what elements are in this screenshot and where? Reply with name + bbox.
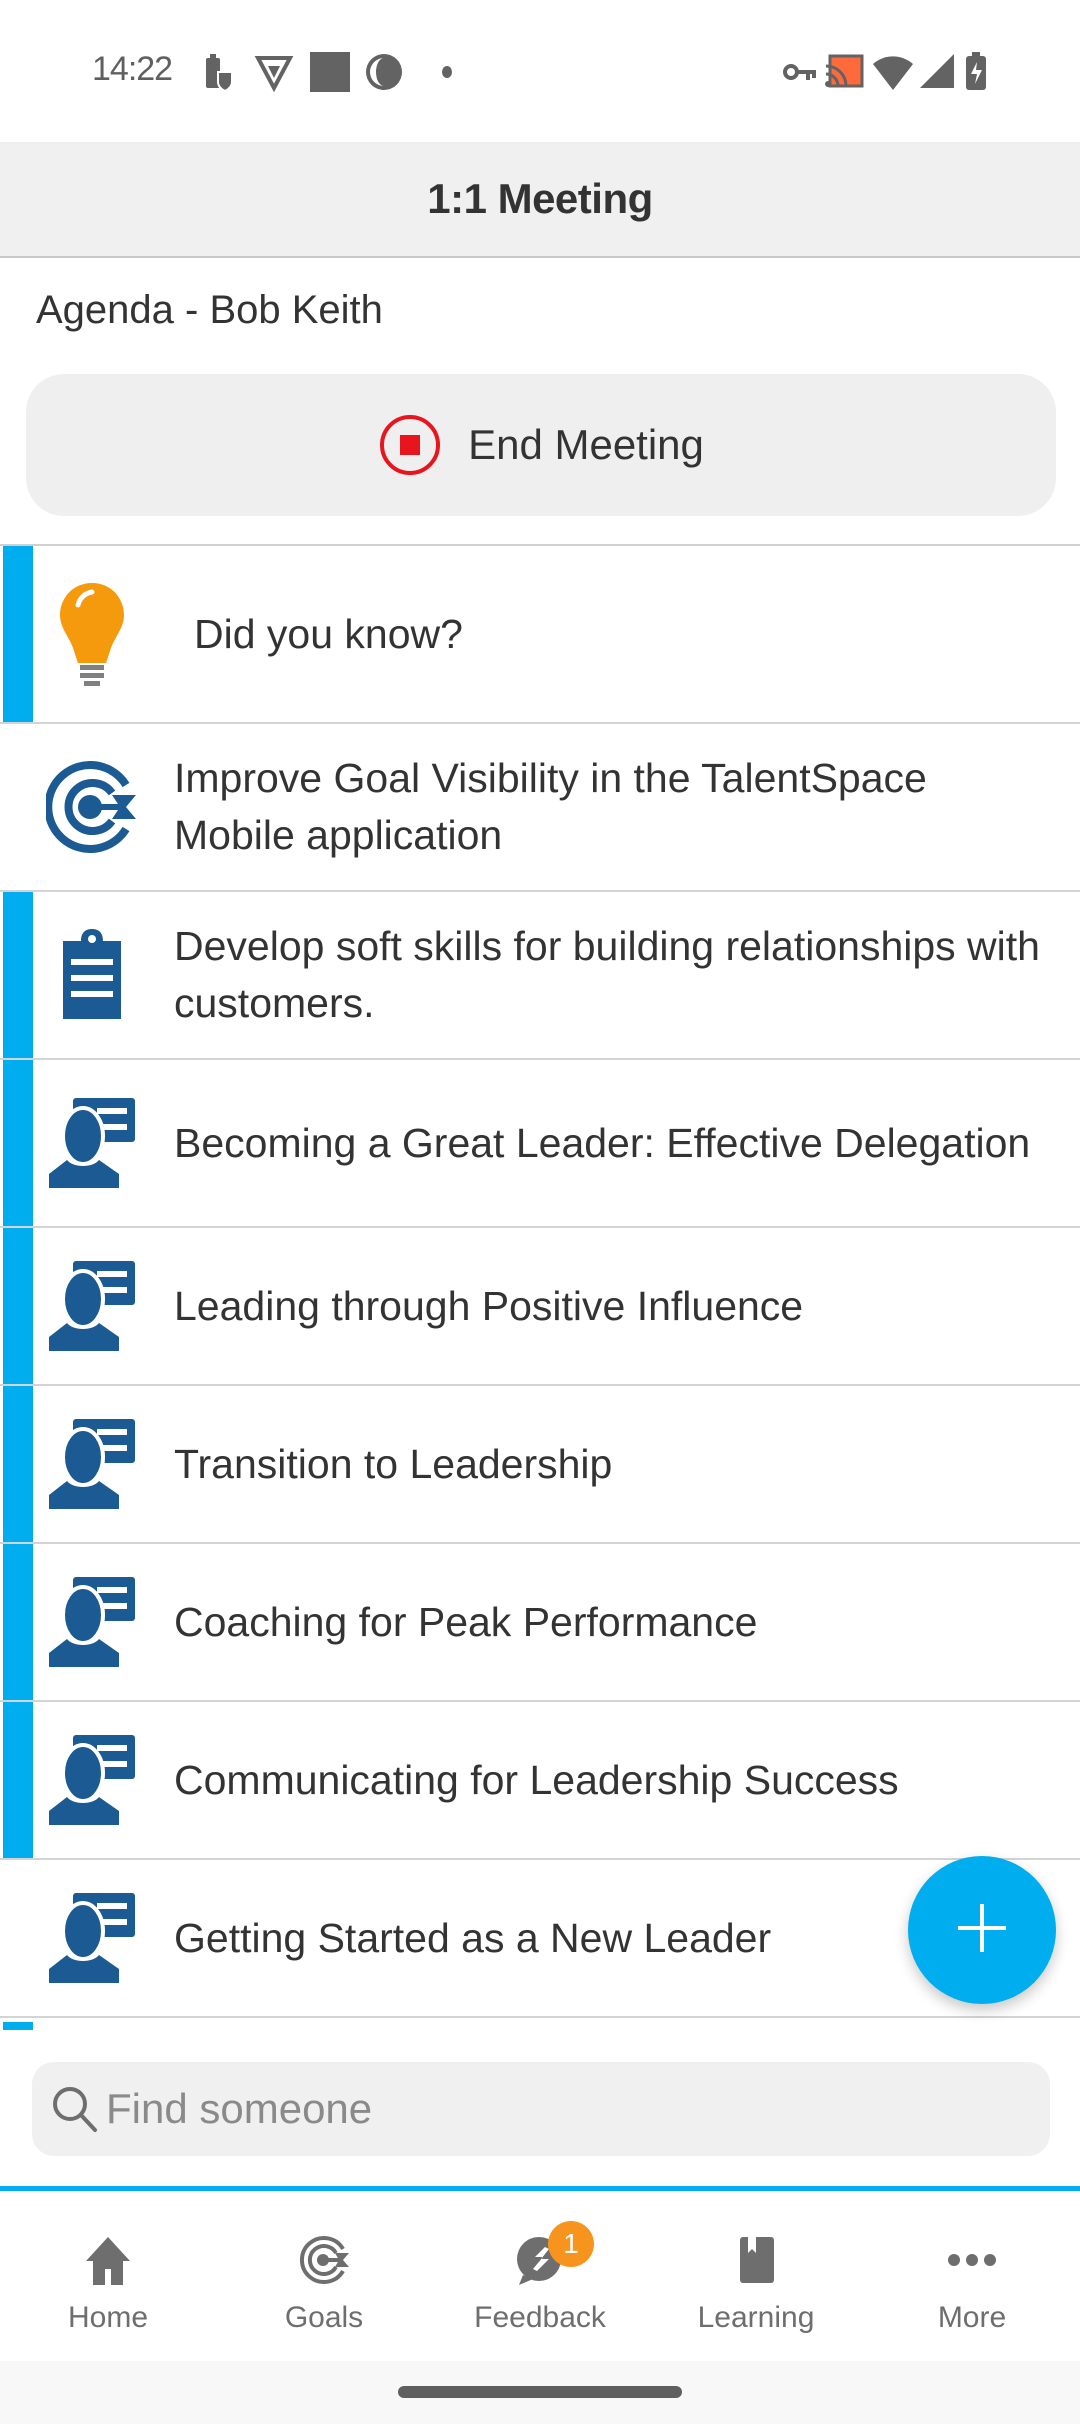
feedback-icon: 1	[510, 2221, 594, 2287]
app-header: 1:1 Meeting	[0, 142, 1080, 258]
bottom-navigation: Home Goals 1 Feedback Learning More	[0, 2191, 1080, 2361]
cast-icon	[824, 52, 864, 97]
lightbulb-icon	[44, 579, 140, 689]
nav-learning[interactable]: Learning	[648, 2191, 864, 2361]
status-time: 14:22	[92, 50, 173, 88]
goals-icon	[294, 2233, 354, 2287]
plus-icon	[956, 1902, 1008, 1959]
presenter-icon	[44, 1893, 140, 1983]
agenda-item-goal[interactable]: Improve Goal Visibility in the TalentSpa…	[0, 724, 1080, 892]
status-bar: 14:22	[0, 0, 1080, 140]
presenter-icon	[44, 1735, 140, 1825]
accent-bar	[3, 1544, 33, 1700]
nav-feedback[interactable]: 1 Feedback	[432, 2191, 648, 2361]
accent-bar	[3, 546, 33, 722]
battery-charging-icon	[964, 52, 988, 97]
home-icon	[78, 2233, 138, 2287]
agenda-item-tip[interactable]: Did you know?	[0, 546, 1080, 724]
agenda-list: Did you know? Improve Goal Visibility in…	[0, 546, 1080, 2018]
agenda-item-text: Getting Started as a New Leader	[174, 1914, 772, 1961]
feedback-badge: 1	[548, 2221, 594, 2267]
nav-label: Feedback	[474, 2301, 606, 2334]
clipboard-icon	[44, 929, 140, 1021]
add-agenda-item-button[interactable]	[908, 1856, 1056, 2004]
square-app-icon	[310, 52, 350, 92]
nav-label: Goals	[284, 2301, 364, 2334]
nav-goals[interactable]: Goals	[216, 2191, 432, 2361]
agenda-item-text: Becoming a Great Leader: Effective Deleg…	[174, 1119, 1031, 1166]
aperture-app-icon	[364, 52, 404, 97]
presenter-icon	[44, 1577, 140, 1667]
accent-bar	[3, 1228, 33, 1384]
search-icon	[50, 2084, 100, 2134]
agenda-item-learning[interactable]: Communicating for Leadership Success	[0, 1702, 1080, 1860]
agenda-item-text: Transition to Leadership	[174, 1440, 613, 1487]
agenda-item-text: Develop soft skills for building relatio…	[174, 923, 1040, 1026]
accent-bar	[3, 1702, 33, 1858]
presenter-icon	[44, 1261, 140, 1351]
end-meeting-button[interactable]: End Meeting	[26, 374, 1056, 516]
cell-signal-icon	[918, 52, 958, 97]
accent-bar	[3, 1386, 33, 1542]
agenda-item-text: Communicating for Leadership Success	[174, 1756, 899, 1803]
agenda-item-text: Did you know?	[194, 610, 463, 657]
learning-book-icon	[726, 2233, 786, 2287]
accent-bar	[3, 892, 33, 1058]
find-someone-search[interactable]	[32, 2062, 1050, 2156]
nav-home[interactable]: Home	[0, 2191, 216, 2361]
battery-saver-icon	[200, 52, 236, 97]
agenda-item-learning[interactable]: Transition to Leadership	[0, 1386, 1080, 1544]
nav-label: Learning	[697, 2301, 815, 2334]
vpn-shield-icon	[254, 52, 294, 97]
agenda-item-learning[interactable]: Becoming a Great Leader: Effective Deleg…	[0, 1060, 1080, 1228]
accent-bar	[3, 2022, 33, 2030]
agenda-item-text: Improve Goal Visibility in the TalentSpa…	[174, 755, 927, 858]
agenda-item-development[interactable]: Develop soft skills for building relatio…	[0, 892, 1080, 1060]
nav-label: Home	[67, 2301, 149, 2334]
agenda-item-text: Coaching for Peak Performance	[174, 1598, 758, 1645]
stop-record-icon	[378, 413, 442, 477]
agenda-title: Agenda - Bob Keith	[36, 288, 383, 332]
search-input[interactable]	[106, 2085, 1006, 2133]
vpn-key-icon	[782, 52, 818, 97]
nav-label: More	[937, 2301, 1007, 2334]
agenda-item-learning[interactable]: Coaching for Peak Performance	[0, 1544, 1080, 1702]
home-gesture-bar[interactable]	[398, 2386, 682, 2398]
page-title: 1:1 Meeting	[427, 175, 653, 222]
end-meeting-label: End Meeting	[468, 421, 704, 468]
accent-bar	[3, 1060, 33, 1226]
goal-target-icon	[44, 761, 140, 853]
nav-more[interactable]: More	[864, 2191, 1080, 2361]
presenter-icon	[44, 1098, 140, 1188]
agenda-item-learning[interactable]: Leading through Positive Influence	[0, 1228, 1080, 1386]
notification-dot	[442, 66, 452, 78]
more-dots-icon	[942, 2233, 1002, 2287]
presenter-icon	[44, 1419, 140, 1509]
agenda-item-text: Leading through Positive Influence	[174, 1282, 804, 1329]
wifi-icon	[872, 52, 914, 97]
